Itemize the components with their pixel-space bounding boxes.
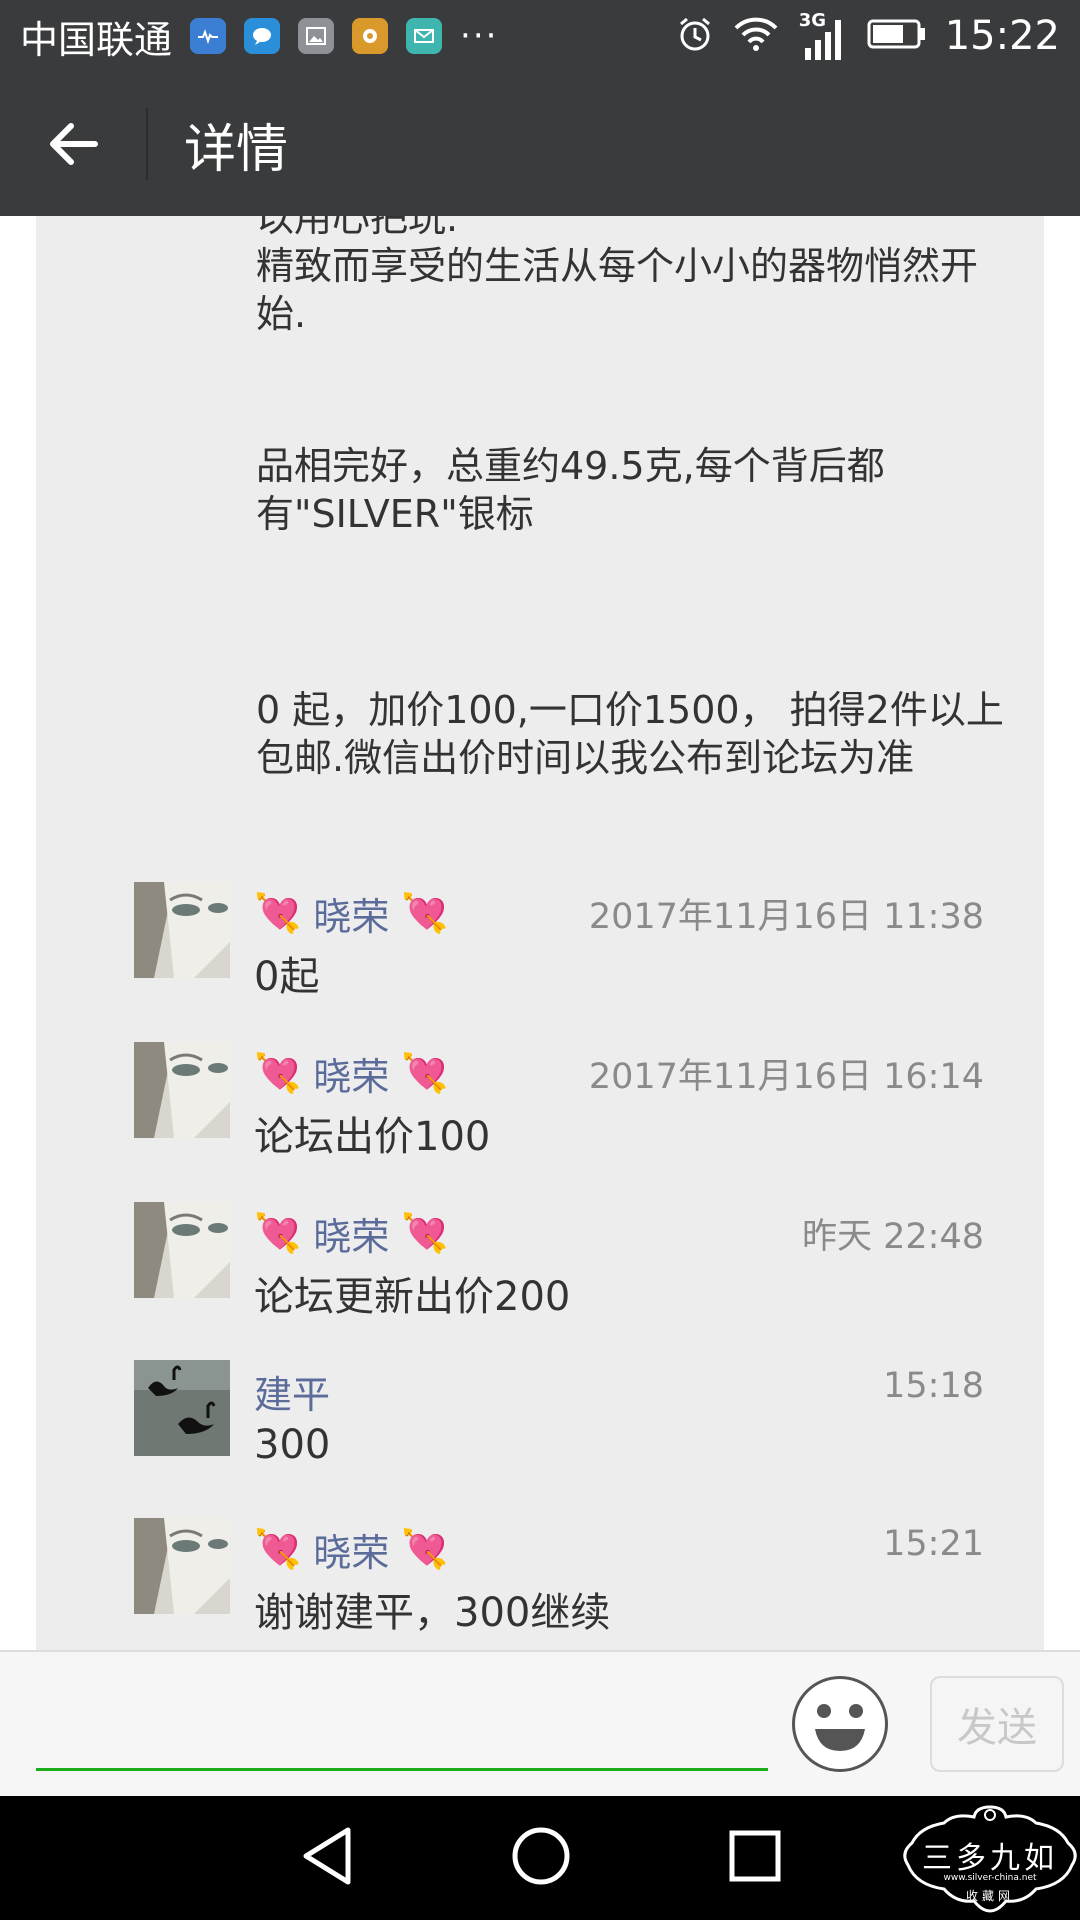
avatar[interactable] (134, 1042, 230, 1138)
heart-arrow-icon: 💘 (401, 1527, 449, 1571)
heart-arrow-icon: 💘 (254, 1051, 302, 1095)
back-button[interactable] (0, 72, 146, 216)
nav-home-icon[interactable] (511, 1826, 571, 1890)
comment-item: 💘 晓荣 💘 15:21 谢谢建平，300继续 (36, 1518, 1044, 1650)
battery-icon (867, 17, 927, 55)
page-title: 详情 (184, 119, 289, 180)
post-text-line: 以用心把玩. (256, 216, 459, 240)
status-bar: 中国联通 ··· 3G 15:22 (0, 0, 1080, 72)
comment-item: 💘 晓荣 💘 2017年11月16日 16:14 论坛出价100 (36, 1042, 1044, 1192)
wifi-icon (733, 14, 779, 58)
app-bar: 详情 (0, 72, 1080, 216)
emoji-button[interactable] (792, 1676, 888, 1772)
comment-time: 15:21 (883, 1524, 984, 1564)
comment-time: 昨天 22:48 (802, 1217, 984, 1257)
comment-time: 2017年11月16日 11:38 (588, 897, 984, 937)
avatar[interactable] (134, 1518, 230, 1614)
post-text-line: 0 起，加价100,一口价1500， 拍得2件以上包邮.微信出价时间以我公布到论… (256, 688, 1004, 780)
author-name[interactable]: 晓荣 (313, 1522, 389, 1577)
alarm-icon (675, 14, 715, 58)
comment-input[interactable] (36, 1672, 768, 1764)
comment-text: 300 (254, 1422, 331, 1468)
post-text-line: 品相完好，总重约49.5克,每个背后都有"SILVER"银标 (256, 444, 885, 536)
carrier-label: 中国联通 (20, 17, 173, 62)
comment-text: 0起 (254, 954, 320, 1000)
comment-text: 论坛出价100 (254, 1114, 491, 1160)
chat-notification-icon (244, 18, 281, 54)
clock: 15:22 (944, 13, 1060, 59)
author-name[interactable]: 晓荣 (313, 1046, 389, 1101)
avatar[interactable] (134, 1202, 230, 1298)
comment-author[interactable]: 💘 晓荣 💘 (254, 1522, 449, 1577)
nav-recents-icon[interactable] (728, 1829, 782, 1887)
detail-content[interactable]: 以用心把玩. 精致而享受的生活从每个小小的器物悄然开始. 品相完好，总重约49.… (36, 216, 1044, 1650)
comment-input-bar: 发送 (0, 1650, 1080, 1796)
input-underline (36, 1768, 768, 1771)
comment-author[interactable]: 💘 晓荣 💘 (254, 1046, 449, 1101)
comment-time: 15:18 (883, 1366, 984, 1406)
watermark-sub: 收藏网 (965, 1889, 1014, 1903)
avatar[interactable] (134, 882, 230, 978)
heart-arrow-icon: 💘 (401, 1051, 449, 1095)
heart-arrow-icon: 💘 (254, 891, 302, 935)
heart-arrow-icon: 💘 (254, 1211, 302, 1255)
back-arrow-icon (50, 123, 98, 165)
comment-author[interactable]: 💘 晓荣 💘 (254, 1206, 449, 1261)
author-name[interactable]: 晓荣 (313, 1206, 389, 1261)
avatar[interactable] (134, 1360, 230, 1456)
watermark-url: www.silver-china.net (943, 1873, 1037, 1883)
comment-item: 💘 晓荣 💘 2017年11月16日 11:38 0起 (36, 882, 1044, 1032)
comment-author[interactable]: 建平 (254, 1364, 330, 1419)
author-name[interactable]: 晓荣 (313, 886, 389, 941)
comment-item: 💘 晓荣 💘 昨天 22:48 论坛更新出价200 (36, 1202, 1044, 1352)
comment-time: 2017年11月16日 16:14 (588, 1057, 984, 1097)
nav-back-icon[interactable] (298, 1824, 354, 1892)
cellular-signal-icon: 3G (797, 10, 849, 62)
comment-author[interactable]: 💘 晓荣 💘 (254, 886, 449, 941)
watermark-text: 三多九如 (922, 1841, 1058, 1876)
health-notification-icon (190, 18, 227, 54)
author-name[interactable]: 建平 (254, 1364, 330, 1419)
smiley-icon (815, 1704, 865, 1751)
more-notifications-icon: ··· (460, 16, 499, 56)
site-watermark-logo: 三多九如 www.silver-china.net 收藏网 (898, 1803, 1080, 1915)
send-button[interactable]: 发送 (930, 1676, 1064, 1772)
mail-notification-icon (406, 18, 443, 54)
comment-item: 建平 15:18 300 (36, 1360, 1044, 1510)
comment-text: 论坛更新出价200 (254, 1274, 571, 1320)
app-notification-icon (352, 18, 389, 54)
appbar-divider (146, 108, 148, 180)
heart-arrow-icon: 💘 (401, 891, 449, 935)
gallery-notification-icon (298, 18, 335, 54)
post-text-line: 精致而享受的生活从每个小小的器物悄然开始. (256, 244, 979, 336)
heart-arrow-icon: 💘 (254, 1527, 302, 1571)
comment-text: 谢谢建平，300继续 (254, 1590, 611, 1636)
heart-arrow-icon: 💘 (401, 1211, 449, 1255)
